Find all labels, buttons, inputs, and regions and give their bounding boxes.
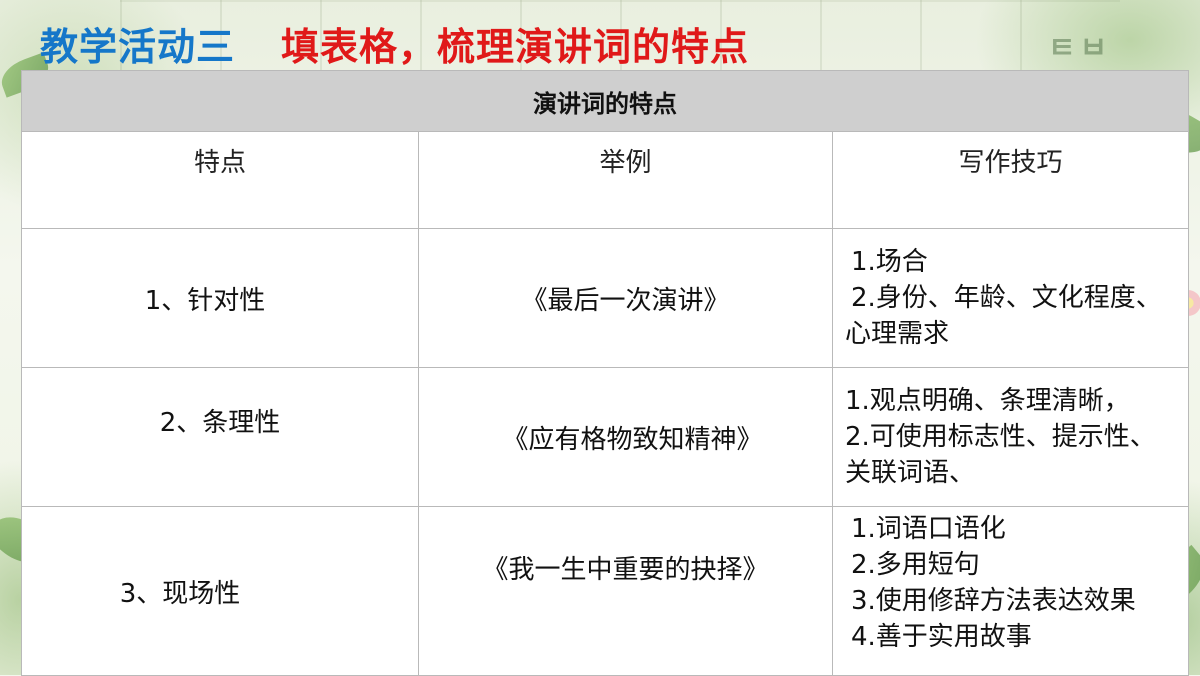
feature-cell: 2、条理性 — [21, 367, 419, 507]
table-row: 1、针对性 《最后一次演讲》 1.场合 2.身份、年龄、文化程度、 心理需求 — [21, 228, 1190, 368]
tip-line: 1.观点明确、条理清晰， — [845, 386, 1130, 416]
tip-line: 4.善于实用故事 — [851, 622, 1032, 652]
seal-decoration: ㅌㅂ — [1048, 31, 1112, 66]
example-cell: 《应有格物致知精神》 — [418, 367, 833, 507]
example-cell: 《最后一次演讲》 — [418, 228, 833, 368]
header-feature: 特点 — [21, 131, 419, 229]
table-header-row: 特点 举例 写作技巧 — [21, 131, 1190, 229]
tip-line: 关联词语、 — [845, 458, 976, 488]
tips-cell: 1.观点明确、条理清晰， 2.可使用标志性、提示性、 关联词语、 — [831, 367, 1190, 507]
header-example: 举例 — [418, 131, 833, 229]
header-tips: 写作技巧 — [831, 131, 1190, 229]
tip-line: 1.场合 — [851, 247, 928, 277]
features-table: 演讲词的特点 特点 举例 写作技巧 1、针对性 《最后一次演讲》 1.场合 2.… — [20, 70, 1190, 676]
tip-line: 2.多用短句 — [851, 550, 980, 580]
title-task: 填表格，梳理演讲词的特点 — [281, 25, 750, 69]
slide-title: 教学活动三 填表格，梳理演讲词的特点 — [40, 22, 749, 72]
table-row: 2、条理性 《应有格物致知精神》 1.观点明确、条理清晰， 2.可使用标志性、提… — [21, 367, 1190, 507]
feature-cell: 1、针对性 — [21, 228, 419, 368]
title-activity: 教学活动三 — [40, 25, 236, 69]
example-cell: 《我一生中重要的抉择》 — [418, 506, 833, 676]
tips-cell: 1.场合 2.身份、年龄、文化程度、 心理需求 — [831, 228, 1190, 368]
tip-line: 心理需求 — [845, 319, 950, 349]
table-row: 3、现场性 《我一生中重要的抉择》 1.词语口语化 2.多用短句 3.使用修辞方… — [21, 506, 1190, 676]
tip-line: 2.身份、年龄、文化程度、 — [851, 283, 1162, 313]
tip-line: 2.可使用标志性、提示性、 — [845, 422, 1156, 452]
table-caption: 演讲词的特点 — [20, 70, 1190, 132]
tips-cell: 1.词语口语化 2.多用短句 3.使用修辞方法表达效果 4.善于实用故事 — [831, 506, 1190, 676]
tip-line: 1.词语口语化 — [851, 514, 1006, 544]
feature-cell: 3、现场性 — [21, 506, 419, 676]
tip-line: 3.使用修辞方法表达效果 — [851, 586, 1136, 616]
